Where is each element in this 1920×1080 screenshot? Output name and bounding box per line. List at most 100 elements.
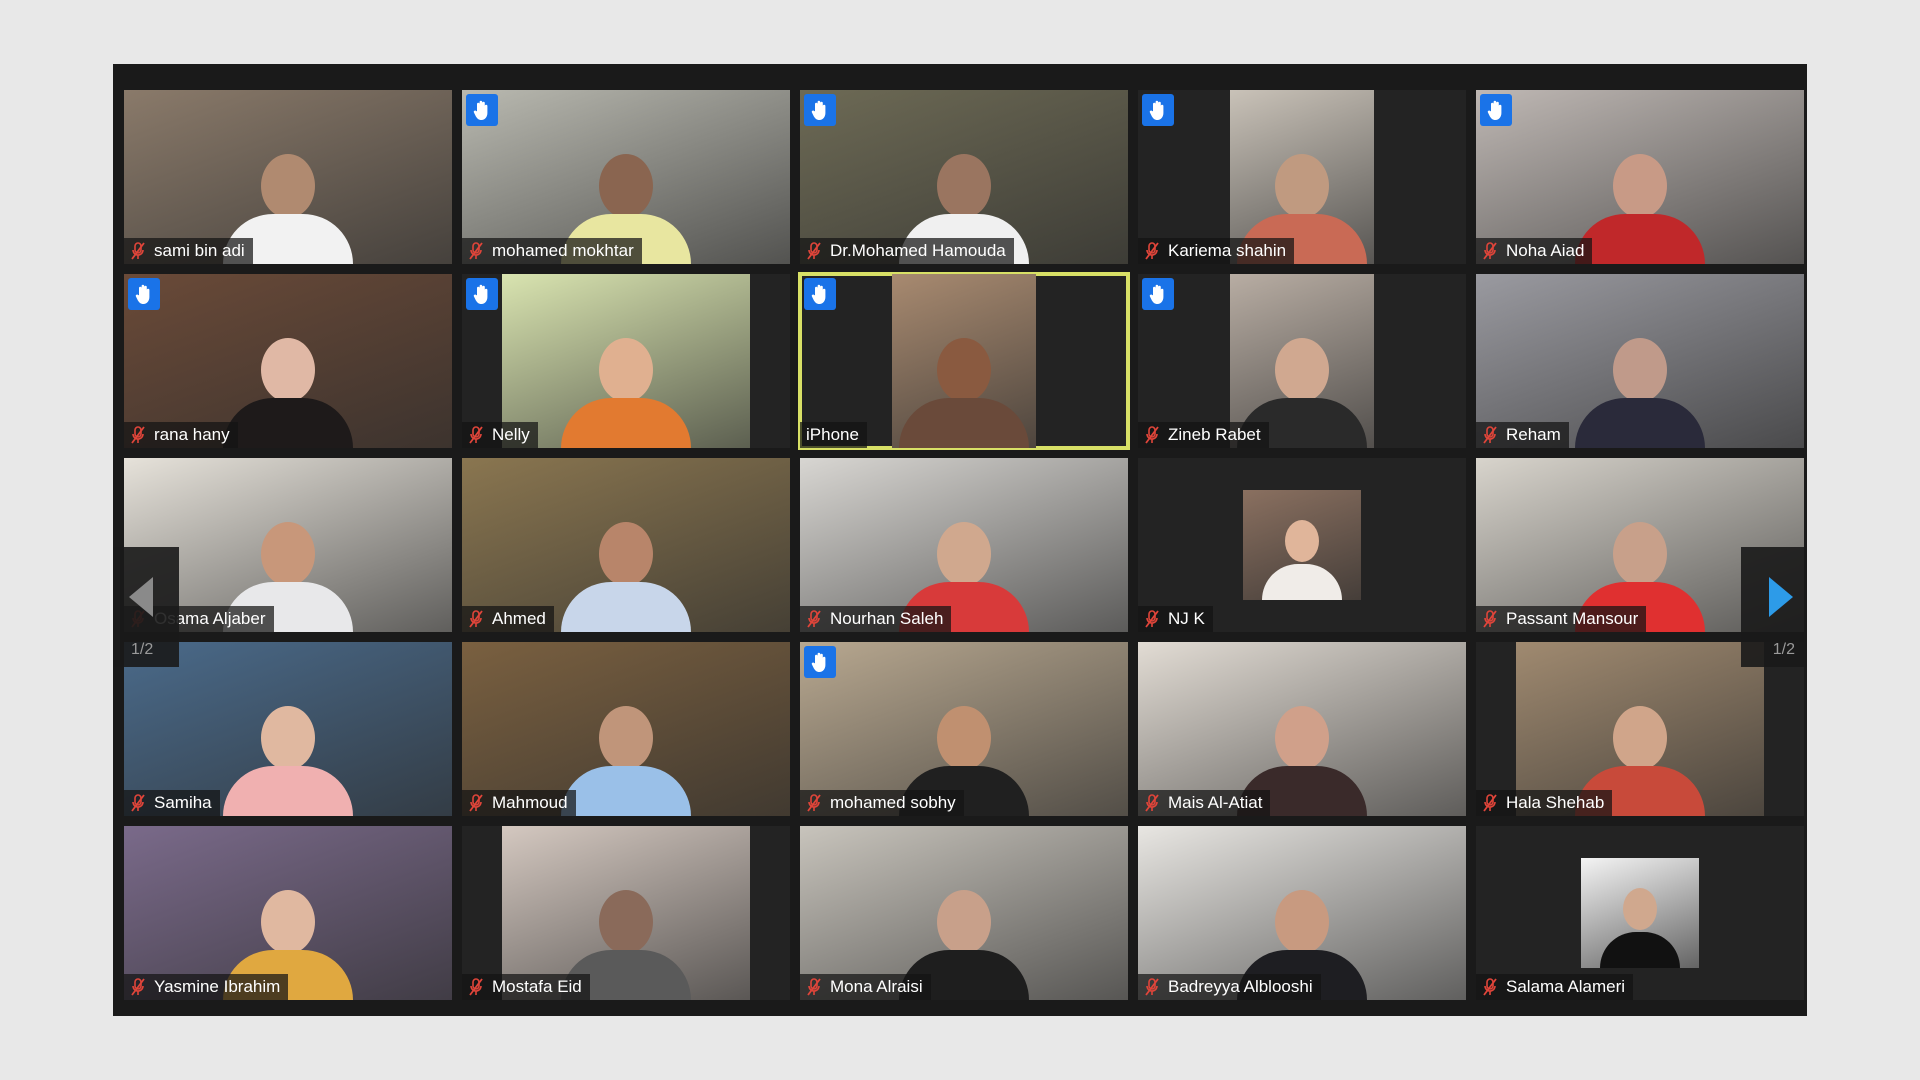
participant-tile[interactable]: Kariema shahin xyxy=(1138,90,1466,264)
participant-tile[interactable]: mohamed mokhtar xyxy=(462,90,790,264)
participant-name-bar: Noha Aiad xyxy=(1476,238,1593,264)
participant-tile[interactable]: Nelly xyxy=(462,274,790,448)
participant-name: Nourhan Saleh xyxy=(830,609,944,628)
participant-video xyxy=(1243,490,1361,600)
microphone-muted-icon xyxy=(1144,426,1168,444)
participant-name-bar: iPhone xyxy=(800,422,867,448)
participant-name-bar: Mais Al-Atiat xyxy=(1138,790,1271,816)
microphone-muted-icon xyxy=(1482,794,1506,812)
participant-name: Yasmine Ibrahim xyxy=(154,977,281,996)
participant-name: mohamed sobhy xyxy=(830,793,956,812)
chevron-right-icon xyxy=(1769,577,1793,617)
microphone-muted-icon xyxy=(806,242,830,260)
participant-name-bar: Ahmed xyxy=(462,606,554,632)
participant-video xyxy=(1581,858,1699,968)
participant-name: Passant Mansour xyxy=(1506,609,1639,628)
participant-name-bar: Reham xyxy=(1476,422,1569,448)
participant-tile[interactable]: Mostafa Eid xyxy=(462,826,790,1000)
participant-figure xyxy=(1600,888,1680,968)
participant-name: Ahmed xyxy=(492,609,546,628)
participant-figure xyxy=(223,338,353,448)
gallery-view: sami bin adi mohamed mokhtar Dr.Mohamed Ha… xyxy=(113,64,1807,1016)
participant-tile[interactable]: Samiha xyxy=(124,642,452,816)
participant-name: Badreyya Alblooshi xyxy=(1168,977,1313,996)
participant-tile[interactable]: NJ K xyxy=(1138,458,1466,632)
microphone-muted-icon xyxy=(1482,978,1506,996)
participant-name-bar: mohamed sobhy xyxy=(800,790,964,816)
participant-name-bar: Nourhan Saleh xyxy=(800,606,952,632)
raised-hand-icon xyxy=(1142,94,1174,126)
participant-figure xyxy=(899,338,1029,448)
participant-name: Mostafa Eid xyxy=(492,977,582,996)
microphone-muted-icon xyxy=(1482,610,1506,628)
participant-name-bar: sami bin adi xyxy=(124,238,253,264)
microphone-muted-icon xyxy=(468,610,492,628)
participant-tile[interactable]: Mona Alraisi xyxy=(800,826,1128,1000)
participant-name: Reham xyxy=(1506,425,1561,444)
participant-name: Nelly xyxy=(492,425,530,444)
participant-name-bar: Nelly xyxy=(462,422,538,448)
participant-tile[interactable]: Yasmine Ibrahim xyxy=(124,826,452,1000)
participant-tile[interactable]: rana hany xyxy=(124,274,452,448)
participant-tile[interactable]: Badreyya Alblooshi xyxy=(1138,826,1466,1000)
previous-page-button[interactable]: 1/2 xyxy=(113,547,179,667)
participant-tile[interactable]: Dr.Mohamed Hamouda xyxy=(800,90,1128,264)
participant-figure xyxy=(1575,154,1705,264)
participant-tile[interactable]: Zineb Rabet xyxy=(1138,274,1466,448)
participant-tile[interactable]: iPhone xyxy=(798,272,1130,450)
participant-name-bar: Badreyya Alblooshi xyxy=(1138,974,1321,1000)
microphone-muted-icon xyxy=(130,242,154,260)
participant-name-bar: Samiha xyxy=(124,790,220,816)
participant-figure xyxy=(1575,338,1705,448)
chevron-left-icon xyxy=(129,577,153,617)
participant-figure xyxy=(561,706,691,816)
participant-name-bar: Mona Alraisi xyxy=(800,974,931,1000)
raised-hand-icon xyxy=(804,646,836,678)
participant-name-bar: Salama Alameri xyxy=(1476,974,1634,1000)
page-indicator-left: 1/2 xyxy=(131,641,154,658)
raised-hand-icon xyxy=(804,94,836,126)
microphone-muted-icon xyxy=(806,978,830,996)
participant-name: iPhone xyxy=(806,425,859,444)
participant-tile[interactable]: sami bin adi xyxy=(124,90,452,264)
participant-figure xyxy=(1262,520,1342,600)
participant-name-bar: NJ K xyxy=(1138,606,1213,632)
participant-tile[interactable]: Noha Aiad xyxy=(1476,90,1804,264)
microphone-muted-icon xyxy=(1144,794,1168,812)
participant-name-bar: mohamed mokhtar xyxy=(462,238,642,264)
participant-name: Mahmoud xyxy=(492,793,568,812)
participant-name-bar: Yasmine Ibrahim xyxy=(124,974,289,1000)
participant-tile[interactable]: Mahmoud xyxy=(462,642,790,816)
participant-tile[interactable]: Ahmed xyxy=(462,458,790,632)
raised-hand-icon xyxy=(1142,278,1174,310)
raised-hand-icon xyxy=(466,278,498,310)
microphone-muted-icon xyxy=(1482,426,1506,444)
microphone-muted-icon xyxy=(1144,242,1168,260)
microphone-muted-icon xyxy=(1144,610,1168,628)
page-indicator-right: 1/2 xyxy=(1772,641,1795,658)
next-page-button[interactable]: 1/2 xyxy=(1741,547,1807,667)
participant-name-bar: Dr.Mohamed Hamouda xyxy=(800,238,1014,264)
participant-name: Kariema shahin xyxy=(1168,241,1287,260)
participant-tile[interactable]: Mais Al-Atiat xyxy=(1138,642,1466,816)
participant-tile[interactable]: Hala Shehab xyxy=(1476,642,1804,816)
microphone-muted-icon xyxy=(130,978,154,996)
microphone-muted-icon xyxy=(130,794,154,812)
participant-name: Samiha xyxy=(154,793,212,812)
microphone-muted-icon xyxy=(806,794,830,812)
raised-hand-icon xyxy=(466,94,498,126)
participant-name-bar: Zineb Rabet xyxy=(1138,422,1269,448)
participant-name: sami bin adi xyxy=(154,241,245,260)
participant-tile[interactable]: Reham xyxy=(1476,274,1804,448)
participant-name-bar: Passant Mansour xyxy=(1476,606,1647,632)
participant-tile[interactable]: Nourhan Saleh xyxy=(800,458,1128,632)
microphone-muted-icon xyxy=(468,242,492,260)
participant-tile[interactable]: mohamed sobhy xyxy=(800,642,1128,816)
participant-name: Hala Shehab xyxy=(1506,793,1605,812)
microphone-muted-icon xyxy=(1482,242,1506,260)
microphone-muted-icon xyxy=(468,426,492,444)
participant-name: Noha Aiad xyxy=(1506,241,1585,260)
microphone-muted-icon xyxy=(468,794,492,812)
participant-figure xyxy=(561,338,691,448)
participant-tile[interactable]: Salama Alameri xyxy=(1476,826,1804,1000)
